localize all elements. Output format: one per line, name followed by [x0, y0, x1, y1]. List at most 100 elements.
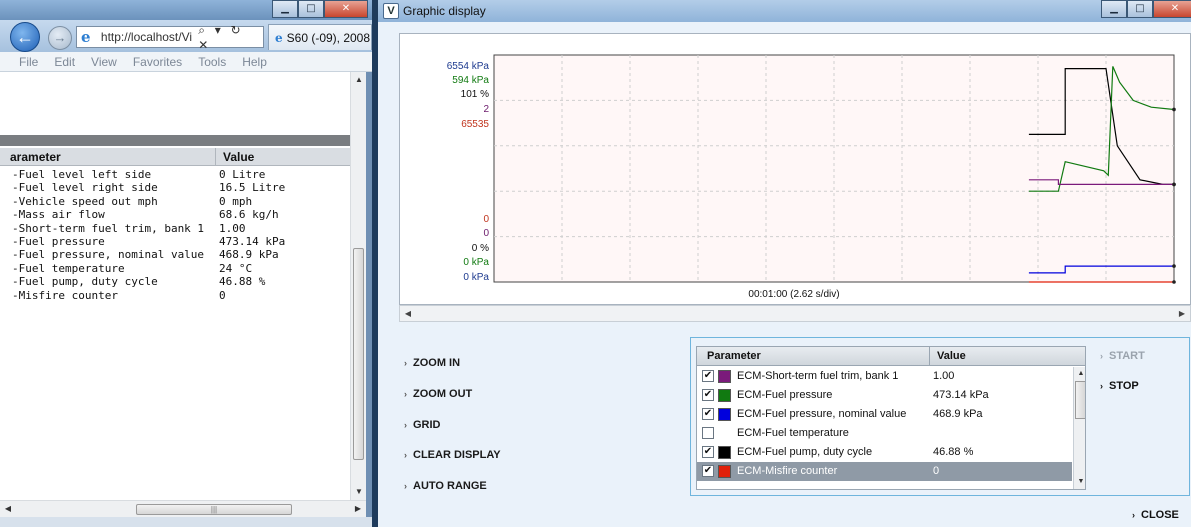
- menu-favorites[interactable]: Favorites: [133, 55, 182, 69]
- graphic-display-window: V Graphic display ▁ □ ✕ 6554 kPa 594 kPa 1…: [378, 0, 1191, 527]
- param-value: 46.88 %: [933, 446, 974, 458]
- address-bar[interactable]: e http://localhost/Vi ⌕ ▾ ↻ ✕: [76, 23, 264, 52]
- zoom-in-button[interactable]: › ZOOM IN: [404, 357, 460, 369]
- browser-page-content: arameter Value -Fuel level left side 0 Li…: [0, 72, 350, 500]
- checkbox[interactable]: ✔: [702, 465, 714, 477]
- param-name: ECM-Short-term fuel trim, bank 1: [737, 370, 899, 382]
- auto-range-label: AUTO RANGE: [413, 480, 487, 492]
- param-value: 0 mph: [219, 194, 253, 208]
- series-end-marker: [1172, 107, 1176, 112]
- address-actions-icons[interactable]: ⌕ ▾ ↻ ✕: [198, 23, 263, 52]
- zoom-out-button[interactable]: › ZOOM OUT: [404, 388, 472, 400]
- chart-horizontal-scrollbar[interactable]: ◀ ▶: [399, 305, 1191, 322]
- back-arrow-icon[interactable]: ←: [10, 22, 40, 52]
- checkbox[interactable]: ✔: [702, 408, 714, 420]
- list-item[interactable]: ✔ ECM-Fuel pump, duty cycle 46.88 %: [697, 443, 1072, 462]
- table-row: -Fuel level left side 0 Litre: [0, 168, 350, 181]
- stop-button[interactable]: › STOP: [1100, 380, 1139, 392]
- list-item[interactable]: ECM-Fuel temperature: [697, 424, 1072, 443]
- color-swatch: [718, 465, 731, 478]
- checkbox[interactable]: ✔: [702, 389, 714, 401]
- color-swatch: [718, 446, 731, 459]
- column-divider: [215, 148, 216, 166]
- color-swatch: [718, 389, 731, 402]
- list-item[interactable]: ✔ ECM-Fuel pressure, nominal value 468.9 k…: [697, 405, 1072, 424]
- checkbox[interactable]: ✔: [702, 370, 714, 382]
- y-axis-label-bottom: 0 kPa: [463, 257, 489, 268]
- chevron-right-icon: ›: [404, 420, 407, 430]
- scroll-thumb[interactable]: [1075, 381, 1085, 419]
- start-button[interactable]: › START: [1100, 350, 1145, 362]
- param-value: 46.88 %: [219, 275, 266, 289]
- status-bar: [0, 517, 372, 527]
- param-name: ECM-Misfire counter: [737, 465, 838, 477]
- table-row: -Fuel pressure 473.14 kPa: [0, 235, 350, 248]
- chart-panel: 6554 kPa 594 kPa 101 % 2 65535 0 0 0 % 0 kPa 0 kP…: [399, 33, 1191, 305]
- y-axis-label-top: 594 kPa: [452, 75, 489, 86]
- checkbox[interactable]: ✔: [702, 446, 714, 458]
- scroll-left-icon[interactable]: ◀: [0, 501, 16, 517]
- scroll-thumb[interactable]: [353, 248, 364, 460]
- maximize-button[interactable]: □: [1127, 0, 1153, 18]
- y-axis-label-top: 101 %: [461, 89, 489, 100]
- chevron-right-icon: ›: [404, 450, 407, 460]
- param-name: ECM-Fuel pressure: [737, 389, 833, 401]
- maximize-button[interactable]: □: [298, 0, 324, 18]
- list-item[interactable]: ✔ ECM-Short-term fuel trim, bank 1 1.00: [697, 367, 1072, 386]
- browser-menubar: File Edit View Favorites Tools Help: [0, 52, 372, 72]
- color-swatch: [718, 408, 731, 421]
- chevron-right-icon: ›: [404, 389, 407, 399]
- clear-display-button[interactable]: › CLEAR DISPLAY: [404, 449, 501, 461]
- scroll-down-icon[interactable]: ▼: [1074, 475, 1085, 489]
- column-divider: [929, 347, 930, 366]
- scroll-left-icon[interactable]: ◀: [400, 306, 416, 321]
- minimize-button[interactable]: ▁: [272, 0, 298, 18]
- list-item-selected[interactable]: ✔ ECM-Misfire counter 0: [697, 462, 1072, 481]
- address-url[interactable]: http://localhost/Vi: [101, 30, 196, 44]
- scroll-down-icon[interactable]: ▼: [351, 484, 367, 500]
- tab-label: S60 (-09), 2008,: [286, 30, 372, 45]
- menu-help[interactable]: Help: [242, 55, 267, 69]
- table-row: -Misfire counter 0: [0, 289, 350, 302]
- table-row: -Short-term fuel trim, bank 1 1.00: [0, 222, 350, 235]
- close-window-button[interactable]: ✕: [324, 0, 368, 18]
- list-item[interactable]: ✔ ECM-Fuel pressure 473.14 kPa: [697, 386, 1072, 405]
- scroll-up-icon[interactable]: ▲: [1074, 367, 1085, 381]
- y-axis-label-bottom: 0 %: [472, 243, 489, 254]
- checkbox[interactable]: [702, 427, 714, 439]
- minimize-button[interactable]: ▁: [1101, 0, 1127, 18]
- param-value: 468.9 kPa: [219, 248, 279, 262]
- table-row: -Vehicle speed out mph 0 mph: [0, 195, 350, 208]
- param-name: ECM-Fuel temperature: [737, 427, 849, 439]
- close-window-button[interactable]: ✕: [1153, 0, 1191, 18]
- page-horizontal-scrollbar[interactable]: ◀ ||| ▶: [0, 500, 366, 517]
- browser-tab[interactable]: e S60 (-09), 2008,: [268, 24, 372, 50]
- param-value: 1.00: [219, 221, 246, 235]
- scroll-right-icon[interactable]: ▶: [1174, 306, 1190, 321]
- param-name: ECM-Fuel pressure, nominal value: [737, 408, 907, 420]
- menu-tools[interactable]: Tools: [198, 55, 226, 69]
- param-name: -Fuel pressure, nominal value: [12, 248, 205, 262]
- auto-range-button[interactable]: › AUTO RANGE: [404, 480, 487, 492]
- list-vertical-scrollbar[interactable]: ▲ ▼: [1073, 367, 1085, 489]
- app-logo-icon: V: [383, 3, 399, 19]
- clear-display-label: CLEAR DISPLAY: [413, 449, 501, 461]
- table-row: -Fuel pressure, nominal value 468.9 kPa: [0, 248, 350, 261]
- zoom-out-label: ZOOM OUT: [413, 388, 473, 400]
- scroll-right-icon[interactable]: ▶: [350, 501, 366, 517]
- parameter-list-body: ✔ ECM-Short-term fuel trim, bank 1 1.00 ✔ E…: [697, 367, 1072, 481]
- close-button[interactable]: › CLOSE: [1132, 509, 1179, 521]
- color-swatch: [718, 370, 731, 383]
- param-value: 473.14 kPa: [933, 389, 989, 401]
- page-vertical-scrollbar[interactable]: ▲ ▼: [350, 72, 366, 500]
- menu-file[interactable]: File: [19, 55, 38, 69]
- menu-view[interactable]: View: [91, 55, 117, 69]
- forward-arrow-icon[interactable]: →: [48, 26, 72, 50]
- scroll-up-icon[interactable]: ▲: [351, 72, 367, 88]
- menu-edit[interactable]: Edit: [54, 55, 75, 69]
- param-value: 0: [933, 465, 940, 477]
- param-name: ECM-Fuel pump, duty cycle: [737, 446, 873, 458]
- scroll-thumb[interactable]: |||: [136, 504, 292, 515]
- grid-button[interactable]: › GRID: [404, 419, 441, 431]
- param-name: -Fuel pressure: [12, 234, 105, 248]
